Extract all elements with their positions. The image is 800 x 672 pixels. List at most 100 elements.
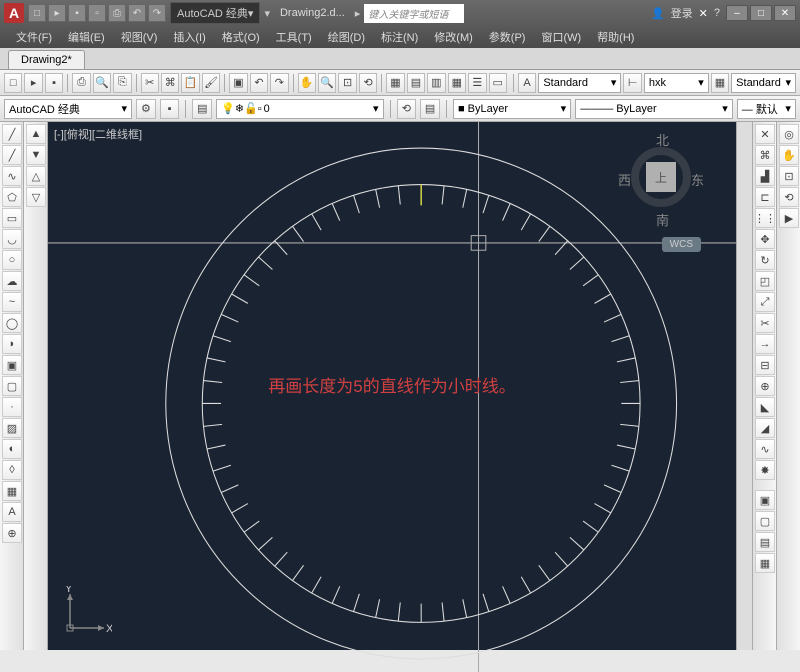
scale-tool-icon[interactable]: ◰ [755,271,775,291]
region-tool-icon[interactable]: ◊ [2,460,22,480]
tp-icon[interactable]: ▥ [427,73,445,93]
zoom-win-icon[interactable]: ⊡ [338,73,356,93]
menu-parametric[interactable]: 参数(P) [481,26,534,48]
table-style-dropdown[interactable]: Standard▾ [731,73,796,93]
open-icon[interactable]: ▸ [24,73,42,93]
dimstyle-icon[interactable]: ⊢ [623,73,641,93]
maximize-button[interactable]: □ [750,5,772,21]
menu-modify[interactable]: 修改(M) [426,26,481,48]
close-button[interactable]: ✕ [774,5,796,21]
block-tool-icon[interactable]: ▢ [2,376,22,396]
person-icon[interactable]: 👤 [651,7,665,20]
text-style-dropdown[interactable]: Standard▾ [538,73,621,93]
move-tool-icon[interactable]: ✥ [755,229,775,249]
qat-open-icon[interactable]: ▸ [48,4,66,22]
orbit-icon[interactable]: ⟲ [779,187,799,207]
app-logo[interactable]: A [4,3,24,23]
dc-icon[interactable]: ▤ [407,73,425,93]
minimize-button[interactable]: – [726,5,748,21]
lineweight-dropdown[interactable]: — 默认▾ [737,99,796,119]
qat-redo-icon[interactable]: ↷ [148,4,166,22]
help-icon[interactable]: ? [714,7,720,19]
textstyle-icon[interactable]: A [518,73,536,93]
viewcube-south[interactable]: 南 [656,210,669,229]
ellipse-tool-icon[interactable]: ◯ [2,313,22,333]
above-icon[interactable]: △ [26,166,46,186]
array-tool-icon[interactable]: ⋮⋮ [755,208,775,228]
menu-insert[interactable]: 插入(I) [165,26,213,48]
ws-settings-icon[interactable]: ⚙ [136,99,156,119]
menu-tools[interactable]: 工具(T) [268,26,320,48]
trim-tool-icon[interactable]: ✂ [755,313,775,333]
mtext-tool-icon[interactable]: A [2,502,22,522]
vertical-scrollbar[interactable] [736,122,752,650]
menu-view[interactable]: 视图(V) [113,26,166,48]
layer-dropdown[interactable]: 💡❄🔓▫ 0▾ [216,99,383,119]
menu-edit[interactable]: 编辑(E) [60,26,113,48]
menu-help[interactable]: 帮助(H) [589,26,642,48]
search-input[interactable]: 键入关键字或短语 [364,4,464,23]
qat-new-icon[interactable]: □ [28,4,46,22]
point-tool-icon[interactable]: · [2,397,22,417]
menu-file[interactable]: 文件(F) [8,26,60,48]
polygon-tool-icon[interactable]: ⬠ [2,187,22,207]
layer-state-icon[interactable]: ▤ [420,99,440,119]
rectangle-tool-icon[interactable]: ▭ [2,208,22,228]
menu-dimension[interactable]: 标注(N) [373,26,426,48]
groupedit-icon[interactable]: ▤ [755,532,775,552]
view-cube[interactable]: 上 北 南 东 西 [616,132,706,222]
line-tool-icon[interactable]: ╱ [2,124,22,144]
publish-icon[interactable]: ⎘ [113,73,131,93]
zoom-extents-icon[interactable]: ⊡ [779,166,799,186]
below-icon[interactable]: ▽ [26,187,46,207]
viewcube-west[interactable]: 西 [618,170,631,189]
workspace-dd2[interactable]: AutoCAD 经典▾ [4,99,132,119]
zoom-prev-icon[interactable]: ⟲ [359,73,377,93]
plot-icon[interactable]: ⎙ [72,73,90,93]
front-icon[interactable]: ▲ [26,124,46,144]
ws-save-icon[interactable]: ▪ [160,99,180,119]
rotate-tool-icon[interactable]: ↻ [755,250,775,270]
pline-tool-icon[interactable]: ∿ [2,166,22,186]
group-icon[interactable]: ▣ [755,490,775,510]
showmotion-icon[interactable]: ▶ [779,208,799,228]
menu-format[interactable]: 格式(O) [214,26,268,48]
cut-icon[interactable]: ✂ [141,73,159,93]
calc-icon[interactable]: ▭ [489,73,507,93]
steering-icon[interactable]: ◎ [779,124,799,144]
arc-tool-icon[interactable]: ◡ [2,229,22,249]
matchprop-icon[interactable]: 🖌 [202,73,220,93]
chamfer-tool-icon[interactable]: ◣ [755,397,775,417]
offset-tool-icon[interactable]: ⊏ [755,187,775,207]
revcloud-tool-icon[interactable]: ☁ [2,271,22,291]
addselected-tool-icon[interactable]: ⊕ [2,523,22,543]
xline-tool-icon[interactable]: ╱ [2,145,22,165]
paste-icon[interactable]: 📋 [181,73,199,93]
extend-tool-icon[interactable]: → [755,334,775,354]
pan2-icon[interactable]: ✋ [779,145,799,165]
ucs-icon[interactable]: X Y [62,586,112,636]
chevron-down-icon[interactable]: ▾ [264,7,270,20]
fillet-tool-icon[interactable]: ◢ [755,418,775,438]
wcs-badge[interactable]: WCS [662,237,701,252]
pan-icon[interactable]: ✋ [298,73,316,93]
color-dropdown[interactable]: ■ ByLayer▾ [453,99,571,119]
menu-draw[interactable]: 绘图(D) [320,26,373,48]
tablestyle-icon[interactable]: ▦ [711,73,729,93]
table-tool-icon[interactable]: ▦ [2,481,22,501]
copy-icon[interactable]: ⌘ [161,73,179,93]
hatch-tool-icon[interactable]: ▨ [2,418,22,438]
ellipsearc-tool-icon[interactable]: ◗ [2,334,22,354]
circle-tool-icon[interactable]: ○ [2,250,22,270]
viewcube-top[interactable]: 上 [646,162,676,192]
qat-plot-icon[interactable]: ⎙ [108,4,126,22]
zoom-rt-icon[interactable]: 🔍 [318,73,336,93]
new-icon[interactable]: □ [4,73,22,93]
preview-icon[interactable]: 🔍 [93,73,111,93]
linetype-dropdown[interactable]: ——— ByLayer▾ [575,99,733,119]
block-icon[interactable]: ▣ [229,73,247,93]
qat-saveas-icon[interactable]: ▫ [88,4,106,22]
copy-tool-icon[interactable]: ⌘ [755,145,775,165]
qat-undo-icon[interactable]: ↶ [128,4,146,22]
drawing-canvas[interactable]: [-][俯视][二维线框] 再画长度为5的直线作为小时线。 上 北 南 东 西 … [48,122,736,650]
